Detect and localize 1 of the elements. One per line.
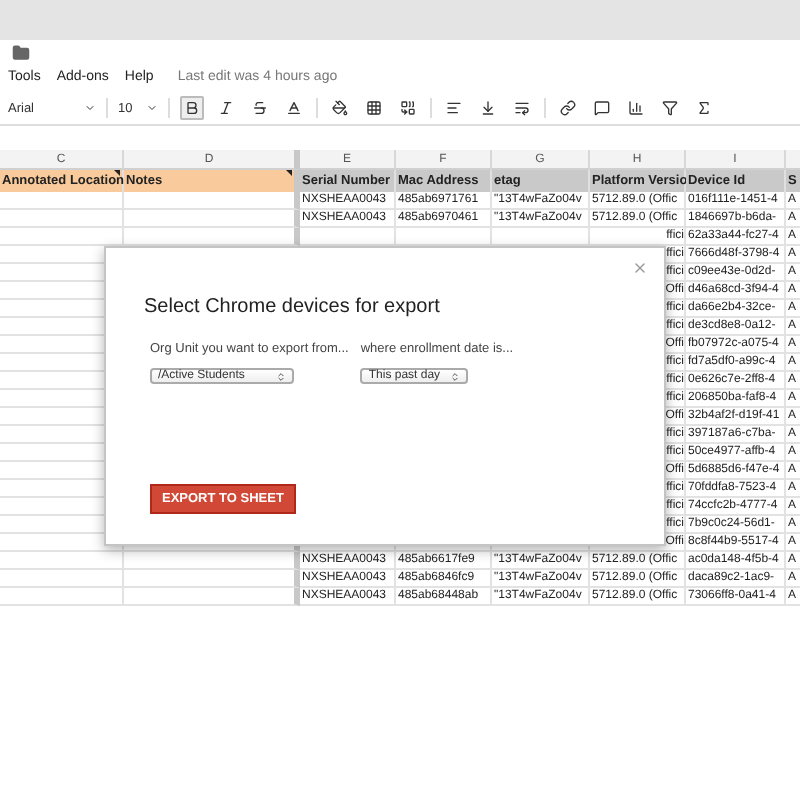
dialog-title: Select Chrome devices for export — [144, 296, 442, 318]
